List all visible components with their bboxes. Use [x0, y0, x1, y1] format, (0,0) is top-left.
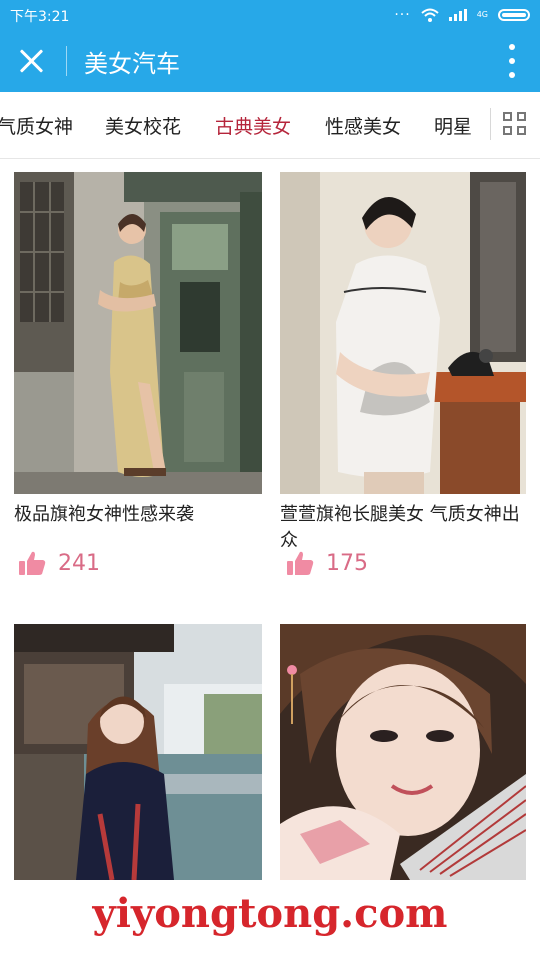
card-caption: 萱萱旗袍长腿美女 气质女神出众 [280, 504, 520, 551]
status-bar: 下午3:21 ··· 4G [0, 0, 540, 30]
gallery-card[interactable]: 极品旗袍女神性感来袭 241 [14, 172, 262, 576]
card-photo[interactable] [280, 172, 528, 494]
like-counter[interactable]: 175 [286, 550, 368, 576]
tab-xiaohua[interactable]: 美女校花 [105, 112, 181, 139]
grid-menu-icon[interactable] [503, 112, 529, 138]
more-options-button[interactable] [506, 44, 518, 78]
page-title: 美女汽车 [84, 50, 180, 78]
network-type-label: 4G [476, 10, 488, 19]
signal-icon [448, 9, 467, 21]
gallery-card[interactable] [14, 624, 262, 880]
gallery-card[interactable] [280, 624, 528, 880]
status-time: 下午3:21 [10, 9, 70, 25]
card-caption: 极品旗袍女神性感来袭 [14, 504, 194, 525]
like-counter[interactable]: 241 [18, 550, 100, 576]
card-photo[interactable] [14, 172, 262, 494]
card-photo[interactable] [14, 624, 262, 880]
tab-fade [466, 92, 490, 158]
watermark-text: yiyongtong.com [92, 890, 448, 937]
category-tabs: 气质女神 美女校花 古典美女 性感美女 明星 [0, 92, 540, 159]
thumbs-up-icon[interactable] [18, 550, 46, 576]
battery-icon [498, 9, 530, 21]
appbar-divider [66, 46, 67, 76]
like-count: 241 [58, 550, 100, 576]
thumbs-up-icon[interactable] [286, 550, 314, 576]
gallery-card[interactable]: 萱萱旗袍长腿美女 气质女神出众 175 [280, 172, 528, 576]
tab-qizhi[interactable]: 气质女神 [0, 112, 73, 139]
tabs-divider [490, 108, 491, 140]
status-icons: ··· 4G [394, 7, 530, 23]
wifi-icon [421, 8, 439, 22]
more-notifications-icon: ··· [394, 7, 411, 23]
card-photo[interactable] [280, 624, 528, 880]
app-bar: 美女汽车 [0, 30, 540, 92]
tab-xinggan[interactable]: 性感美女 [325, 112, 401, 139]
like-count: 175 [326, 550, 368, 576]
tab-gudian[interactable]: 古典美女 [215, 112, 291, 139]
close-button[interactable] [16, 45, 48, 77]
